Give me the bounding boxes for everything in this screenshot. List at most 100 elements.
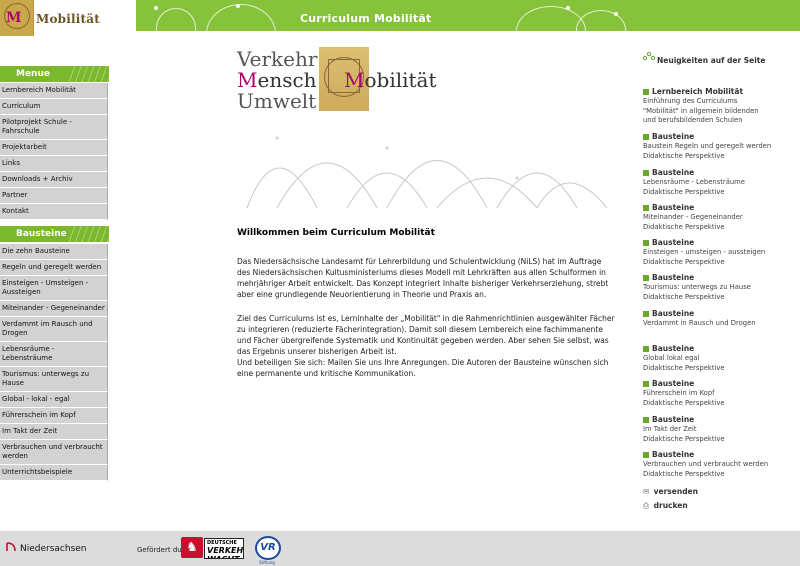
news-item: Bausteine Führerschein im Kopf Didaktisc… [643,379,793,408]
news-item-title[interactable]: Bausteine [643,132,793,142]
news-item-title[interactable]: Bausteine [643,168,793,178]
news-item-title[interactable]: Lernbereich Mobilität [643,87,793,97]
bausteine-heading-label: Bausteine [16,229,67,239]
decorative-arc [576,10,626,50]
news-item-title[interactable]: Bausteine [643,379,793,389]
menu-item-pilotprojekt[interactable]: Pilotprojekt Schule - Fahrschule [0,115,108,140]
menu-item-curriculum[interactable]: Curriculum [0,99,108,115]
news-item-text: Didaktische Perspektive [643,434,725,443]
bausteine-item-unterrichtsbeispiele[interactable]: Unterrichtsbeispiele [0,465,108,481]
news-item: Bausteine Im Takt der Zeit Didaktische P… [643,415,793,444]
verkehrswacht-logo[interactable]: DEUTSCHE VERKEHRS WACHT [204,538,244,559]
logo-letter: M [6,10,22,26]
curriculum-logo: Verkehr Mensch Umwelt Mobilität [237,47,447,113]
vr-logo-text: VR [260,542,276,553]
news-item: Bausteine Miteinander - Gegeneinander Di… [643,203,793,232]
news-item-text: Global lokal egal [643,354,700,362]
logo-word-mobilitaet: Mobilität [344,68,437,92]
news-item-text: und berufsbildenden Schulen [643,116,743,124]
news-item: Bausteine Baustein Regeln und geregelt w… [643,132,793,161]
bausteine-item-miteinander[interactable]: Miteinander - Gegeneinander [0,301,108,317]
bausteine-item-verbrauchen[interactable]: Verbrauchen und verbraucht werden [0,440,108,465]
news-item-text: Didaktische Perspektive [643,187,725,196]
news-item-text: Didaktische Perspektive [643,469,725,478]
print-label: drucken [653,501,688,510]
news-item-title[interactable]: Bausteine [643,309,793,319]
news-item-title[interactable]: Bausteine [643,238,793,248]
menu-item-partner[interactable]: Partner [0,188,108,204]
vr-stiftung-label: Stiftung [259,560,275,565]
footer [0,531,800,566]
bausteine-item-regeln[interactable]: Regeln und geregelt werden [0,260,108,276]
bausteine-menu: Die zehn Bausteine Regeln und geregelt w… [0,243,108,481]
news-item: Lernbereich Mobilität Einführung des Cur… [643,87,793,126]
bausteine-item-einsteigen[interactable]: Einsteigen - Umsteigen - Aussteigen [0,276,108,301]
menu-item-downloads[interactable]: Downloads + Archiv [0,172,108,188]
main-menu: Lernbereich Mobilität Curriculum Pilotpr… [0,82,108,220]
vr-stiftung-logo[interactable]: VR [255,536,281,560]
logo-initial-m: M [344,68,365,92]
news-item: Bausteine Verbrauchen und verbraucht wer… [643,450,793,479]
call-to-action-text: Und beteiligen Sie sich: Mailen Sie uns … [237,358,609,378]
news-item: Bausteine Lebensräume - Lebensträume Did… [643,168,793,197]
menu-item-projektarbeit[interactable]: Projektarbeit [0,140,108,156]
send-label: versenden [653,487,698,496]
page: M Mobilität Curriculum Mobilität Menue L… [0,0,800,566]
menu-item-links[interactable]: Links [0,156,108,172]
news-item-title[interactable]: Bausteine [643,415,793,425]
news-item-text: Einsteigen - umsteigen - aussteigen [643,248,766,256]
news-item-text: Baustein Regeln und geregelt werden [643,142,772,150]
news-item-text: Didaktische Perspektive [643,292,725,301]
news-item-title[interactable]: Bausteine [643,450,793,460]
news-heading: Neuigkeiten auf der Seite [657,56,766,65]
news-item-title[interactable]: Bausteine [643,344,793,354]
niedersachsen-label: Niedersachsen [20,544,87,554]
goal-paragraph: Ziel des Curriculums ist es, Lerninhalte… [237,313,617,379]
intro-paragraph: Das Niedersächsische Landesamt für Lehre… [237,257,609,299]
news-item-text: Im Takt der Zeit [643,425,697,433]
bausteine-item-takt[interactable]: Im Takt der Zeit [0,424,108,440]
decorative-dot [566,6,570,10]
horse-icon: ♞ [186,540,198,555]
news-item-text: Einführung des Curriculums [643,97,738,105]
goal-text: Ziel des Curriculums ist es, Lerninhalte… [237,314,615,356]
welcome-heading: Willkommen beim Curriculum Mobilität [237,228,435,238]
news-item-title[interactable]: Bausteine [643,273,793,283]
bausteine-item-overview[interactable]: Die zehn Bausteine [0,244,108,260]
news-item-text: Verbrauchen und verbraucht werden [643,460,769,468]
news-item-text: Verdammt in Rausch und Drogen [643,319,756,327]
news-item-text: Tourismus: unterwegs zu Hause [643,283,751,291]
news-item-text: Lebensräume - Lebensträume [643,178,745,186]
decorative-stripes [69,66,109,82]
logo-word-umwelt: Umwelt [237,89,317,113]
send-link[interactable]: ✉ versenden [643,487,698,496]
menu-item-lernbereich[interactable]: Lernbereich Mobilität [0,83,108,99]
brand-name: Mobilität [36,12,101,26]
bausteine-item-tourismus[interactable]: Tourismus: unterwegs zu Hause [0,367,108,392]
news-item-text: Miteinander - Gegeneinander [643,213,743,221]
news-item-text: Didaktische Perspektive [643,222,725,231]
news-item-title[interactable]: Bausteine [643,203,793,213]
site-logo[interactable]: M [0,0,34,36]
news-item-text: Führerschein im Kopf [643,389,715,397]
bausteine-item-lebensraeume[interactable]: Lebensräume - Lebensträume [0,342,108,367]
decorative-stripes [69,226,109,242]
news-item-text: "Mobilität" in allgemein bildenden [643,106,759,115]
news-item: Bausteine Verdammt in Rausch und Drogen [643,309,793,329]
print-link[interactable]: ⎙ drucken [643,501,688,511]
news-item: Bausteine Global lokal egal Didaktische … [643,344,793,373]
top-bar-green [136,0,800,64]
menu-item-kontakt[interactable]: Kontakt [0,204,108,220]
logo-word-rest: obilität [364,68,437,92]
bausteine-item-verdammt[interactable]: Verdammt im Rausch und Drogen [0,317,108,342]
bausteine-item-global[interactable]: Global - lokal - egal [0,392,108,408]
lower-saxony-horse-logo[interactable]: ♞ [181,537,203,558]
top-bar: M Mobilität Curriculum Mobilität [0,0,800,64]
bausteine-item-fuehrerschein[interactable]: Führerschein im Kopf [0,408,108,424]
decorative-dot [154,6,158,10]
decorative-dot [614,12,618,16]
menu-heading: Menue [0,66,109,82]
printer-icon: ⎙ [643,501,649,510]
news-item: Bausteine Tourismus: unterwegs zu Hause … [643,273,793,302]
decorative-arc [156,8,196,48]
